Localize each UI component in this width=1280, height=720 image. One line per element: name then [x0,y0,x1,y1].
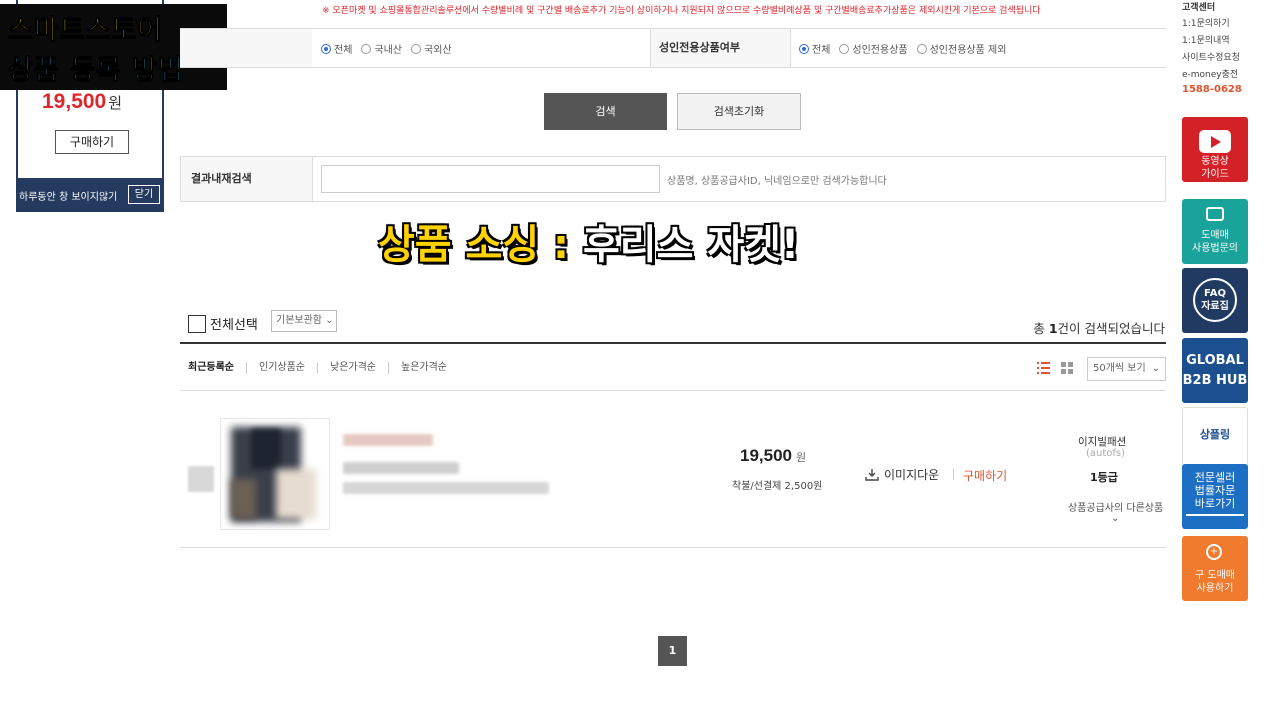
sort-tab-low-price[interactable]: 낮은가격순 [317,362,388,374]
buy-button[interactable]: 구매하기 [963,467,1007,484]
seller-id: (autofs) [1086,448,1126,459]
customer-center-title: 고객센터 [1182,3,1216,13]
sort-tab-recent[interactable]: 최근등록순 [188,362,246,374]
video-caption: 상품 소싱 : 후리스 자켓! [378,222,800,268]
select-all-label: 전체선택 [210,318,258,333]
seller-grade: 1등급 [1090,471,1118,484]
in-result-search-input[interactable] [321,165,660,193]
faq-icon: FAQ 자료집 [1193,278,1237,322]
in-result-search-row: 결과내재검색 상품명, 상품공급사ID, 닉네임으로만 검색가능합니다 [180,156,1166,202]
download-icon [865,469,879,481]
page-button-current[interactable]: 1 [658,636,687,666]
per-page-select[interactable]: 50개씩 보기 ⌄ [1087,357,1166,381]
seller-name[interactable]: 이지빌패션 [1078,434,1126,449]
chevron-down-icon: ⌄ [1151,363,1160,374]
title-line-1: 스마트스토어 [7,15,164,47]
grid-view-icon[interactable] [1061,362,1073,374]
list-view-icon[interactable] [1037,362,1050,374]
play-icon [1199,130,1231,153]
cs-link-emoney[interactable]: e-money충전 [1182,67,1238,80]
cs-link-site-request[interactable]: 사이트수정요청 [1182,50,1240,63]
popup-price: 19,500 원 [42,90,123,113]
origin-radio-group: 전체 국내산 국외산 [321,41,452,56]
hide-today-link[interactable]: 하루동안 창 보이지않기 [19,188,117,203]
reset-search-button[interactable]: 검색초기화 [677,93,801,130]
radio-icon [799,43,809,54]
adult-radio-group: 전체 성인전용상품 성인전용상품 제외 [799,41,1006,56]
seller-other-products-link[interactable]: 상품공급사의 다른상품 [1068,499,1163,514]
radio-icon [411,43,422,54]
divider [180,342,1166,344]
origin-label-cell [180,29,312,67]
adult-option-all[interactable]: 전체 [799,41,830,56]
cs-link-inquiry[interactable]: 1:1문의하기 [1182,16,1230,29]
chat-icon [1206,207,1224,221]
blurred-product-name [343,462,459,474]
origin-option-all[interactable]: 전체 [321,41,352,56]
filter-row-origin-adult: 전체 국내산 국외산 성인전용상품여부 전체 성인전용상품 성인전용상품 제외 [180,28,1166,68]
chevron-down-icon[interactable]: ⌄ [1111,513,1119,524]
radio-icon [361,43,372,54]
usage-inquiry-button[interactable]: 도매매 사용법문의 [1182,199,1248,264]
cs-phone: 1588-0628 [1182,84,1242,95]
image-download-button[interactable]: 이미지다운 [865,466,939,483]
total-result-count: 총 1건이 검색되었습니다 [1033,321,1165,336]
blurred-badge [343,434,433,446]
radio-icon [839,43,850,54]
shipping-notice: ※ 오픈마켓 및 쇼핑몰통합관리솔루션에서 수량별비례 및 구간별 배송료추가 … [322,6,1041,16]
radio-icon [916,43,927,54]
origin-option-domestic[interactable]: 국내산 [361,41,402,56]
blurred-product-desc [343,482,549,494]
adult-option-exclude[interactable]: 성인전용상품 제외 [916,41,1006,56]
book-icon [1186,514,1244,522]
adult-only-label: 성인전용상품여부 [650,29,791,67]
faq-button[interactable]: FAQ 자료집 [1182,268,1248,333]
product-price: 19,500 원 [740,446,807,465]
storage-select[interactable]: 기본보관함 ⌄ [271,310,337,332]
radio-icon [321,43,331,54]
title-line-2: 상품 등록 방법 [8,55,184,87]
popup-footer: 하루동안 창 보이지않기 닫기 [16,180,164,210]
select-all-checkbox[interactable]: 전체선택 [188,314,258,333]
sort-tabs: 최근등록순 인기상품순 낮은가격순 높은가격순 [188,362,459,374]
in-result-search-help: 상품명, 상품공급사ID, 닉네임으로만 검색가능합니다 [667,176,887,187]
old-domeme-button[interactable]: + 구 도매매 사용하기 [1182,536,1248,601]
adult-option-only[interactable]: 성인전용상품 [839,41,908,56]
video-guide-button[interactable]: 동영상 가이드 [1182,117,1248,182]
sort-tab-popular[interactable]: 인기상품순 [246,362,317,374]
origin-option-imported[interactable]: 국외산 [411,41,452,56]
chevron-down-icon: ⌄ [325,315,334,326]
popup-close-button[interactable]: 닫기 [128,185,160,204]
product-image[interactable] [220,418,330,530]
global-b2b-hub-button[interactable]: GLOBAL B2B HUB [1182,338,1248,403]
legal-advice-button[interactable]: 전문셀러 법률자문 바로가기 [1182,464,1248,529]
popup-buy-button[interactable]: 구매하기 [55,130,129,154]
product-shipping: 착불/선결제 2,500원 [732,481,823,492]
divider [180,390,1166,391]
in-result-search-label: 결과내재검색 [181,157,313,201]
sangpling-logo-icon: 상플링 [1199,428,1231,441]
cs-link-inquiry-history[interactable]: 1:1문의내역 [1182,33,1230,46]
divider [953,469,954,480]
search-button[interactable]: 검색 [544,93,667,130]
checkbox-icon [188,314,206,333]
product-checkbox-area[interactable] [188,466,214,492]
divider [180,547,1166,548]
sangpling-button[interactable]: 상플링 [1182,407,1248,472]
sort-tab-high-price[interactable]: 높은가격순 [388,362,459,374]
zoom-icon: + [1206,544,1222,560]
